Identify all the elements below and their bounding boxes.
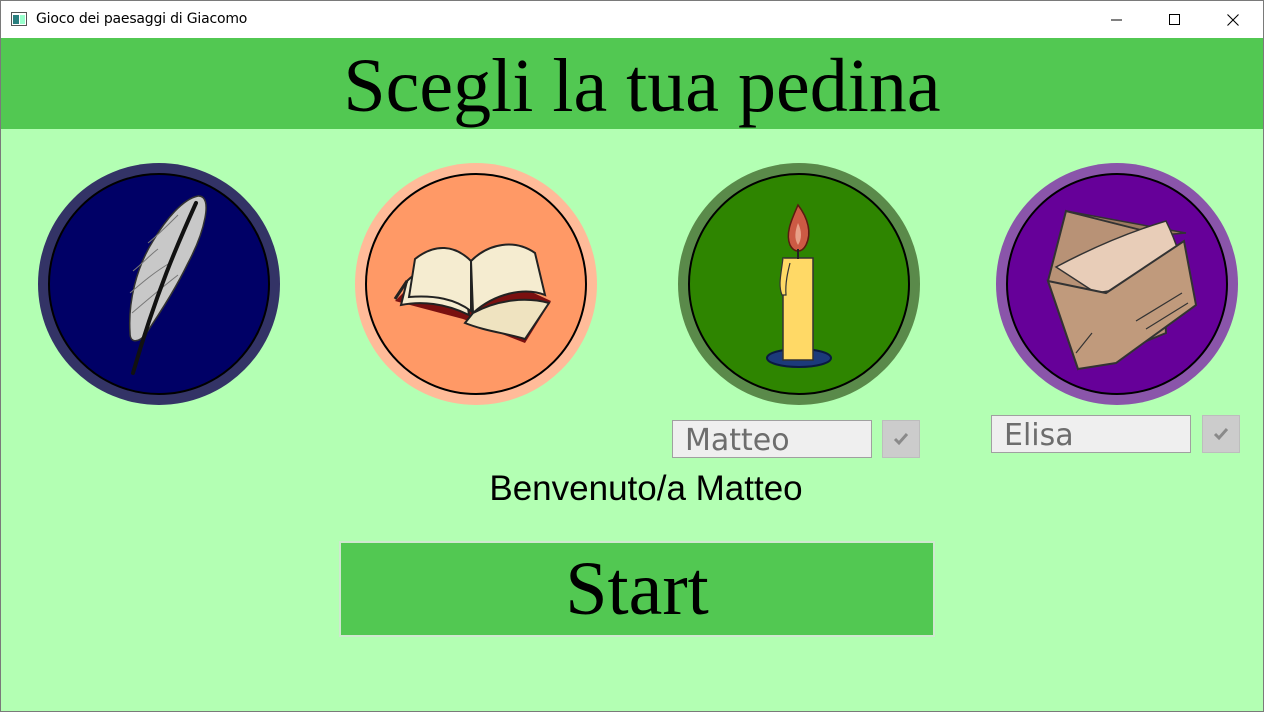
app-window: Gioco dei paesaggi di Giacomo Scegli la …: [0, 0, 1264, 712]
checkmark-icon: [893, 433, 909, 446]
start-button[interactable]: Start: [339, 541, 935, 637]
close-button[interactable]: [1204, 1, 1262, 38]
open-book-icon: [393, 243, 551, 343]
checkmark-icon: [1213, 428, 1229, 441]
envelope-icon: [1046, 209, 1198, 371]
confirm-button-matteo[interactable]: [882, 420, 920, 458]
minimize-icon: [1111, 19, 1122, 20]
app-icon: [11, 12, 27, 26]
welcome-message: Benvenuto/a Matteo: [489, 469, 803, 508]
title-bar[interactable]: Gioco dei paesaggi di Giacomo: [1, 1, 1263, 38]
token-feather[interactable]: [38, 163, 280, 405]
player-name-input-matteo[interactable]: Matteo: [672, 420, 872, 458]
close-icon: [1227, 13, 1239, 26]
token-candle[interactable]: [678, 163, 920, 405]
maximize-button[interactable]: [1146, 1, 1204, 38]
window-title: Gioco dei paesaggi di Giacomo: [36, 11, 248, 27]
token-book[interactable]: [355, 163, 597, 405]
confirm-button-elisa[interactable]: [1202, 415, 1240, 453]
feather-icon: [128, 195, 207, 375]
page-title: Scegli la tua pedina: [343, 44, 941, 128]
minimize-button[interactable]: [1088, 1, 1146, 38]
maximize-icon: [1169, 13, 1180, 25]
token-envelope[interactable]: [996, 163, 1238, 405]
candle-icon: [766, 203, 832, 368]
player-name-input-elisa[interactable]: Elisa: [991, 415, 1191, 453]
